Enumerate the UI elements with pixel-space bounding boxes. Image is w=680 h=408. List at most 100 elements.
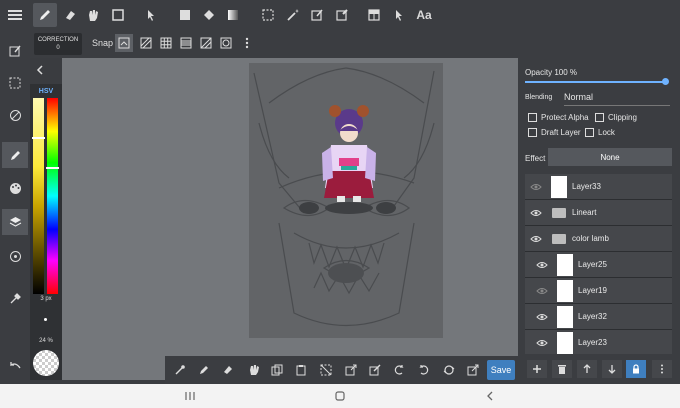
layer-opacity-knob[interactable] [662, 78, 669, 85]
visibility-eye-icon[interactable] [535, 337, 549, 349]
lock-layer-icon[interactable] [626, 360, 646, 378]
collapse-panel-icon[interactable] [30, 60, 50, 80]
protect-alpha-checkbox[interactable] [528, 113, 537, 122]
material-icon[interactable] [2, 243, 28, 269]
draft-layer-checkbox[interactable] [528, 128, 537, 137]
sv-slider-marker[interactable] [32, 137, 45, 140]
effect-button[interactable]: None [548, 148, 672, 166]
snap-lines-icon[interactable] [177, 34, 195, 52]
eraser-icon[interactable] [216, 358, 240, 382]
copy-icon[interactable] [265, 358, 289, 382]
select-eraser-icon[interactable] [330, 3, 354, 27]
visibility-eye-icon[interactable] [535, 311, 549, 323]
visibility-eye-icon[interactable] [529, 233, 543, 245]
correction-button[interactable]: CORRECTION 0 [34, 33, 82, 55]
hand-tool-icon[interactable] [81, 3, 105, 27]
layer-row[interactable]: Layer25 [525, 252, 672, 278]
layer-row[interactable]: Layer19 [525, 278, 672, 304]
add-layer-icon[interactable] [527, 360, 547, 378]
move-layer-down-icon[interactable] [602, 360, 622, 378]
blending-mode-select[interactable]: Normal [564, 92, 670, 106]
clipping-label: Clipping [608, 113, 637, 122]
rotate-right-icon[interactable] [412, 358, 436, 382]
rotate-canvas-icon[interactable] [2, 102, 28, 128]
layer-name: Layer23 [578, 338, 607, 347]
layer-name: Lineart [572, 208, 597, 217]
share-icon[interactable] [461, 358, 485, 382]
transform-icon[interactable] [339, 358, 363, 382]
eraser-tool-icon[interactable] [58, 3, 82, 27]
delete-layer-icon[interactable] [552, 360, 572, 378]
hue-slider-marker[interactable] [46, 166, 59, 169]
layer-row[interactable]: color lamb [525, 226, 672, 252]
snap-parallel-icon[interactable] [137, 34, 155, 52]
visibility-eye-icon[interactable] [529, 207, 543, 219]
undo-icon[interactable] [2, 352, 28, 378]
pen-icon[interactable] [192, 358, 216, 382]
home-icon[interactable] [330, 388, 350, 404]
color-mode-label[interactable]: HSV [30, 88, 62, 95]
save-button[interactable]: Save [487, 360, 515, 380]
layer-opacity-slider[interactable] [525, 81, 665, 83]
layer-name: Layer32 [578, 312, 607, 321]
fill-rect-tool-icon[interactable] [173, 3, 197, 27]
gradient-tool-icon[interactable] [221, 3, 245, 27]
snap-grid-icon[interactable] [157, 34, 175, 52]
operation-tool-icon[interactable] [387, 3, 411, 27]
layer-more-icon[interactable] [652, 360, 672, 378]
top-toolbar: Aa [0, 0, 680, 30]
layers-icon[interactable] [2, 209, 28, 235]
brush-icon[interactable] [2, 142, 28, 168]
deselect-icon[interactable] [314, 358, 338, 382]
clipping-checkbox[interactable] [595, 113, 604, 122]
select-pen-icon[interactable] [305, 3, 329, 27]
brush-size-label: 3 px [40, 296, 52, 302]
saturation-value-slider[interactable] [33, 98, 44, 294]
layer-thumbnail [557, 306, 573, 328]
eyedropper-icon[interactable] [2, 285, 28, 311]
more-options-icon[interactable] [238, 34, 256, 52]
magic-wand-icon[interactable] [281, 3, 305, 27]
text-tool-button[interactable]: Aa [411, 3, 437, 27]
snap-off-icon[interactable] [115, 34, 133, 52]
layer-name: color lamb [572, 234, 609, 243]
rotate-left-icon[interactable] [387, 358, 411, 382]
selection-icon[interactable] [2, 70, 28, 96]
recent-apps-icon[interactable] [180, 388, 200, 404]
current-color-swatch[interactable] [33, 350, 59, 376]
layer-panel: Opacity 100 % Blending Normal Protect Al… [518, 58, 680, 384]
layer-row[interactable]: Layer33 [525, 174, 672, 200]
move-tool-icon[interactable] [140, 3, 164, 27]
drawing-canvas[interactable] [249, 63, 443, 338]
back-icon[interactable] [480, 388, 500, 404]
artwork-image [253, 67, 435, 326]
snap-circle-icon[interactable] [217, 34, 235, 52]
bucket-tool-icon[interactable] [197, 3, 221, 27]
lock-checkbox[interactable] [585, 128, 594, 137]
selection-edit-icon[interactable] [363, 358, 387, 382]
sub-toolbar: CORRECTION 0 Snap [30, 30, 680, 58]
pen-tool-icon[interactable] [33, 3, 57, 27]
visibility-eye-icon[interactable] [535, 285, 549, 297]
select-tool-icon[interactable] [256, 3, 280, 27]
move-layer-up-icon[interactable] [577, 360, 597, 378]
layer-row[interactable]: Layer32 [525, 304, 672, 330]
hue-slider[interactable] [47, 98, 58, 294]
paste-icon[interactable] [289, 358, 313, 382]
visibility-eye-icon[interactable] [529, 181, 543, 193]
layer-name: Layer33 [572, 182, 601, 191]
rect-select-tool-icon[interactable] [106, 3, 130, 27]
menu-icon[interactable] [3, 3, 27, 27]
color-palette-icon[interactable] [2, 175, 28, 201]
layer-row[interactable]: Lineart [525, 200, 672, 226]
reset-rotation-icon[interactable] [437, 358, 461, 382]
edit-canvas-icon[interactable] [2, 38, 28, 64]
layer-row[interactable]: Layer23 [525, 330, 672, 354]
visibility-eye-icon[interactable] [535, 259, 549, 271]
eyedropper-icon[interactable] [168, 358, 192, 382]
frame-divider-icon[interactable] [362, 3, 386, 27]
hand-icon[interactable] [242, 358, 266, 382]
snap-perspective-icon[interactable] [197, 34, 215, 52]
folder-icon [552, 208, 566, 218]
layer-thumbnail [557, 280, 573, 302]
